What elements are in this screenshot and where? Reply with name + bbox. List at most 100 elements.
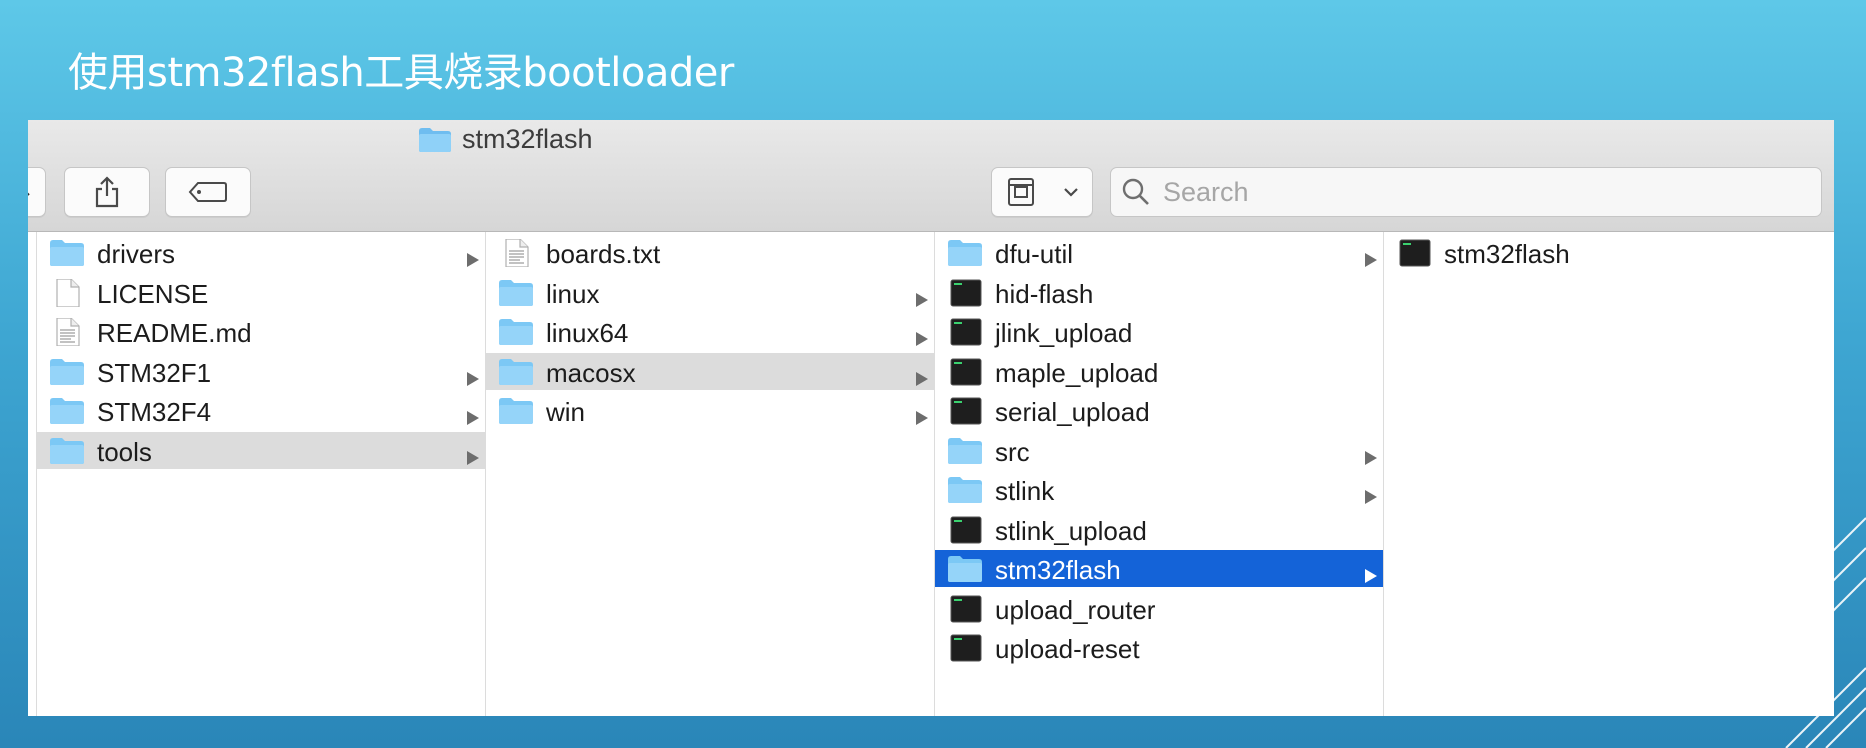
file-item[interactable]: boards.txt [486,234,935,271]
disclosure-arrow-icon [915,323,929,346]
search-icon [1121,177,1151,207]
folder-icon [419,127,451,152]
file-item[interactable]: jlink_upload [935,313,1384,350]
folder-icon [498,397,534,425]
folder-icon [49,397,85,425]
item-label: boards.txt [546,239,661,269]
item-label: stm32flash [995,555,1121,585]
folder-item[interactable]: STM32F4 [37,392,486,429]
share-button[interactable] [64,167,150,217]
browser-column-3[interactable]: dfu-util hid-flash jlink_upload maple_up… [934,232,1384,716]
terminal-executable-icon [947,318,983,346]
file-item[interactable]: maple_upload [935,353,1384,390]
folder-item[interactable]: macosx [486,352,935,390]
file-item[interactable]: serial_upload [935,392,1384,429]
share-icon [95,176,119,208]
view-options-button[interactable] [28,167,46,217]
item-label: win [546,397,586,427]
folder-icon [49,437,85,465]
column-browser: drivers LICENSE README.md STM32F1 STM32F… [28,232,1834,716]
terminal-executable-icon [947,634,983,662]
file-item[interactable]: README.md [37,313,486,350]
file-item[interactable]: upload-reset [935,629,1384,666]
item-label: dfu-util [995,239,1074,269]
folder-icon [498,358,534,386]
disclosure-arrow-icon [466,442,480,465]
item-label: upload-reset [995,634,1140,664]
file-item[interactable]: LICENSE [37,274,486,311]
folder-icon [947,239,983,267]
folder-item[interactable]: dfu-util [935,234,1384,271]
item-label: LICENSE [97,278,209,309]
terminal-executable-icon [947,358,983,386]
slide-title: 使用stm32flash工具烧录bootloader [68,50,734,96]
item-label: maple_upload [995,357,1159,388]
action-menu-icon [1007,178,1034,206]
disclosure-arrow-icon [1364,481,1378,504]
folder-icon [947,555,983,583]
item-label: tools [97,436,152,467]
chevron-down-icon [28,192,30,196]
terminal-executable-icon [947,397,983,425]
folder-icon [947,437,983,465]
search-field[interactable] [1110,167,1822,217]
item-label: STM32F1 [97,357,212,388]
item-label: jlink_upload [995,318,1133,348]
tag-button[interactable] [165,167,251,217]
disclosure-arrow-icon [915,363,929,386]
folder-item[interactable]: stlink [935,471,1384,508]
folder-item[interactable]: STM32F1 [37,353,486,390]
folder-item[interactable]: linux [486,274,935,311]
terminal-executable-icon [947,595,983,623]
finder-toolbar: stm32flash [28,120,1834,232]
item-label: serial_upload [995,397,1150,427]
tag-icon [188,182,227,202]
text-document-icon [49,317,85,347]
folder-item[interactable]: drivers [37,234,486,271]
item-label: drivers [97,239,176,269]
action-menu-button[interactable] [991,167,1093,217]
folder-item[interactable]: tools [37,431,486,469]
text-document-icon [498,238,534,268]
folder-item[interactable]: stm32flash [935,550,1384,587]
terminal-executable-icon [1396,239,1432,267]
terminal-executable-icon [947,516,983,544]
browser-column-1[interactable]: drivers LICENSE README.md STM32F1 STM32F… [36,232,486,716]
folder-icon [498,318,534,346]
file-item[interactable]: hid-flash [935,274,1384,311]
item-label: stm32flash [1444,239,1570,269]
disclosure-arrow-icon [915,402,929,425]
browser-column-2[interactable]: boards.txt linux linux64 macosx win [485,232,935,716]
chevron-down-icon [1063,188,1078,197]
item-label: macosx [546,357,636,388]
item-label: hid-flash [995,278,1094,309]
window-title: stm32flash [418,124,593,155]
folder-icon [49,358,85,386]
item-label: linux [546,278,600,309]
folder-icon [947,476,983,504]
item-label: README.md [97,318,252,348]
disclosure-arrow-icon [915,284,929,307]
folder-item[interactable]: linux64 [486,313,935,350]
item-label: stlink_upload [995,515,1147,546]
disclosure-arrow-icon [1364,442,1378,465]
item-label: STM32F4 [97,397,212,427]
disclosure-arrow-icon [1364,560,1378,583]
disclosure-arrow-icon [466,363,480,386]
window-title-label: stm32flash [462,124,593,154]
terminal-executable-icon [947,279,983,307]
finder-window: stm32flash Search drivers LICENSE README… [28,120,1834,716]
disclosure-arrow-icon [466,402,480,425]
folder-item[interactable]: src [935,432,1384,469]
browser-column-4[interactable]: stm32flash [1383,232,1834,716]
folder-item[interactable]: win [486,392,935,429]
item-label: src [995,436,1030,467]
search-input[interactable] [1161,175,1785,209]
item-label: upload_router [995,594,1156,625]
file-item[interactable]: upload_router [935,590,1384,627]
item-label: stlink [995,476,1055,506]
file-item[interactable]: stm32flash [1384,234,1834,271]
disclosure-arrow-icon [1364,244,1378,267]
file-item[interactable]: stlink_upload [935,511,1384,548]
folder-icon [49,239,85,267]
